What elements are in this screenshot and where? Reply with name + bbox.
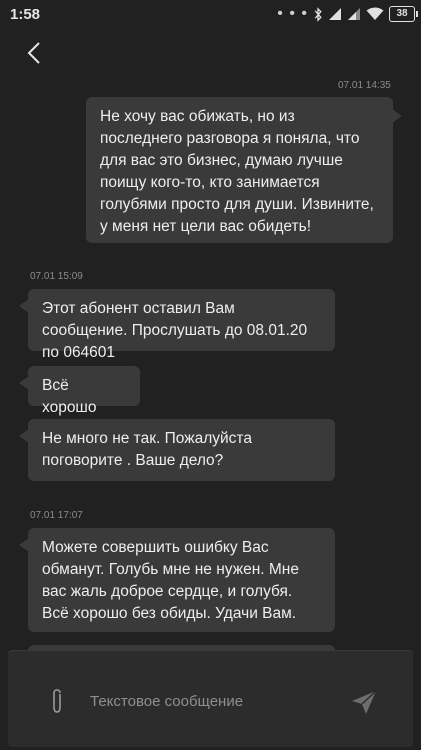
- status-bar: 1:58 • • • 38: [0, 0, 421, 28]
- message-text: Этот абонент оставил Вам сообщение. Прос…: [42, 300, 308, 361]
- message-bubble-outgoing[interactable]: Не хочу вас обижать, но из последнего ра…: [86, 97, 402, 243]
- message-bubble-incoming[interactable]: Этот абонент оставил Вам сообщение. Прос…: [19, 289, 335, 361]
- back-arrow-icon[interactable]: [22, 40, 48, 66]
- message-bubble-incoming[interactable]: Всё хорошо: [19, 366, 140, 416]
- message-text: Не хочу вас обижать, но из последнего ра…: [100, 108, 374, 235]
- wifi-icon: [366, 7, 384, 20]
- message-text: Всё хорошо: [42, 377, 97, 416]
- status-icons: • • • 38: [277, 5, 418, 23]
- paperclip-icon[interactable]: [46, 687, 68, 715]
- signal-1-icon: [329, 8, 341, 20]
- message-text: Можете совершить ошибку Вас обманут. Гол…: [42, 539, 299, 622]
- message-timestamp: 07.01 17:07: [30, 510, 83, 521]
- message-timestamp: 07.01 14:35: [338, 80, 391, 91]
- signal-2-icon: [348, 8, 360, 20]
- status-time: 1:58: [10, 6, 41, 23]
- message-bubble-incoming[interactable]: Не много не так. Пожалуйста поговорите .…: [19, 419, 335, 481]
- message-text: Не много не так. Пожалуйста поговорите .…: [42, 430, 252, 469]
- message-bubble-incoming[interactable]: Можете совершить ошибку Вас обманут. Гол…: [19, 528, 335, 632]
- message-input[interactable]: [88, 687, 332, 715]
- battery-icon: 38: [389, 6, 418, 22]
- notification-dots-icon: • • •: [277, 5, 308, 22]
- bluetooth-icon: [314, 6, 322, 22]
- message-composer: [8, 651, 413, 747]
- send-icon[interactable]: [351, 689, 377, 715]
- message-timestamp: 07.01 15:09: [30, 271, 83, 282]
